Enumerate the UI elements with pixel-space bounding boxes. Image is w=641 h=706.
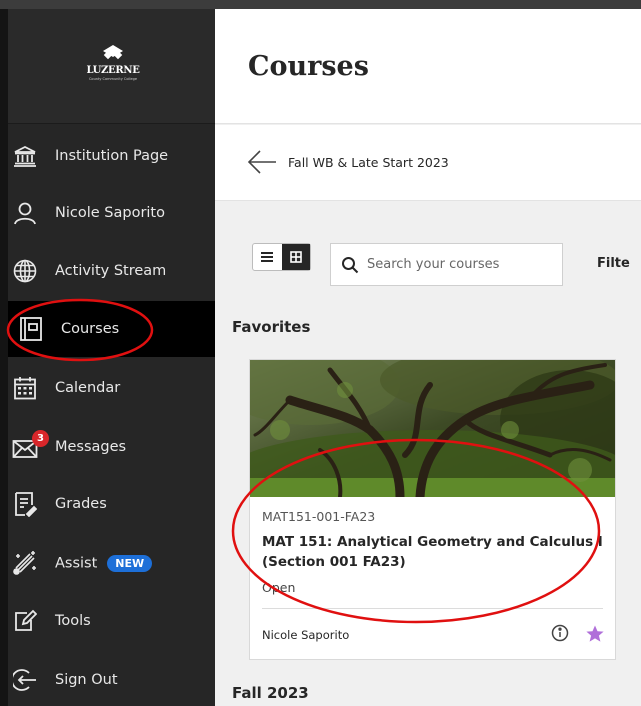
list-view-button[interactable] — [253, 244, 282, 270]
globe-icon — [10, 256, 40, 286]
sidebar-item-label: Assist NEW — [55, 554, 153, 572]
sidebar-item-label: Calendar — [55, 380, 121, 396]
back-arrow-icon[interactable] — [247, 149, 277, 175]
card-divider — [262, 608, 603, 609]
envelope-icon: 3 — [10, 430, 49, 462]
sidebar-item-assist[interactable]: Assist NEW — [8, 535, 215, 591]
search-input[interactable] — [367, 244, 557, 285]
logo-name: LUZERNE — [86, 65, 140, 76]
sidebar-item-label: Sign Out — [55, 672, 118, 688]
filter-label[interactable]: Filte — [597, 256, 630, 271]
tools-icon — [10, 606, 40, 636]
course-banner-image — [250, 360, 615, 497]
logo-area: LUZERNE County Community College — [8, 9, 215, 124]
list-icon — [261, 252, 274, 262]
institution-icon — [10, 141, 40, 171]
course-status: Open — [262, 580, 296, 595]
course-search — [330, 243, 563, 286]
sidebar-item-label: Messages — [55, 439, 127, 455]
sidebar: LUZERNE County Community College Institu… — [0, 9, 215, 706]
assist-icon — [10, 548, 40, 578]
college-logo[interactable]: LUZERNE County Community College — [80, 43, 146, 91]
sidebar-item-profile[interactable]: Nicole Saporito — [8, 185, 215, 241]
window-top-border — [0, 0, 641, 9]
course-instructor: Nicole Saporito — [262, 628, 350, 642]
sidebar-item-grades[interactable]: Grades — [8, 476, 215, 532]
course-title[interactable]: MAT 151: Analytical Geometry and Calculu… — [262, 532, 607, 572]
sidebar-item-label: Institution Page — [55, 148, 169, 164]
courses-icon — [16, 314, 46, 344]
unread-count-badge: 3 — [32, 430, 49, 447]
view-toggle — [252, 243, 311, 271]
sidebar-item-label: Activity Stream — [55, 263, 167, 279]
sidebar-item-label: Grades — [55, 496, 107, 512]
new-badge: NEW — [107, 554, 153, 572]
person-icon — [10, 198, 40, 228]
assist-label: Assist — [55, 555, 98, 571]
favorite-star-icon[interactable] — [585, 624, 605, 644]
sidebar-item-sign-out[interactable]: Sign Out — [8, 652, 215, 706]
calendar-icon — [10, 373, 40, 403]
sidebar-item-messages[interactable]: 3 Messages — [8, 419, 215, 475]
favorites-heading: Favorites — [232, 318, 311, 336]
sidebar-item-institution-page[interactable]: Institution Page — [8, 128, 215, 184]
sidebar-item-calendar[interactable]: Calendar — [8, 360, 215, 416]
page-title: Courses — [248, 51, 369, 82]
sign-out-icon — [10, 665, 40, 695]
sidebar-item-label: Courses — [61, 321, 120, 337]
grades-icon — [10, 489, 40, 519]
sidebar-item-tools[interactable]: Tools — [8, 593, 215, 649]
sidebar-item-label: Tools — [55, 613, 91, 629]
fall-2023-heading: Fall 2023 — [232, 684, 309, 702]
sidebar-item-label: Nicole Saporito — [55, 205, 165, 221]
sidebar-item-courses[interactable]: Courses — [8, 301, 215, 357]
course-code: MAT151-001-FA23 — [262, 509, 376, 524]
grid-icon — [289, 251, 302, 263]
logo-subtitle: County Community College — [88, 77, 137, 81]
sidebar-item-activity-stream[interactable]: Activity Stream — [8, 243, 215, 299]
logo-mark-icon — [103, 45, 123, 60]
search-icon — [342, 257, 359, 274]
info-icon[interactable] — [551, 624, 569, 642]
grid-view-button[interactable] — [281, 244, 310, 270]
page-header: Courses — [215, 9, 641, 124]
course-card[interactable]: MAT151-001-FA23 MAT 151: Analytical Geom… — [249, 359, 616, 660]
term-bar: Fall WB & Late Start 2023 — [215, 125, 641, 201]
term-label: Fall WB & Late Start 2023 — [288, 155, 449, 170]
